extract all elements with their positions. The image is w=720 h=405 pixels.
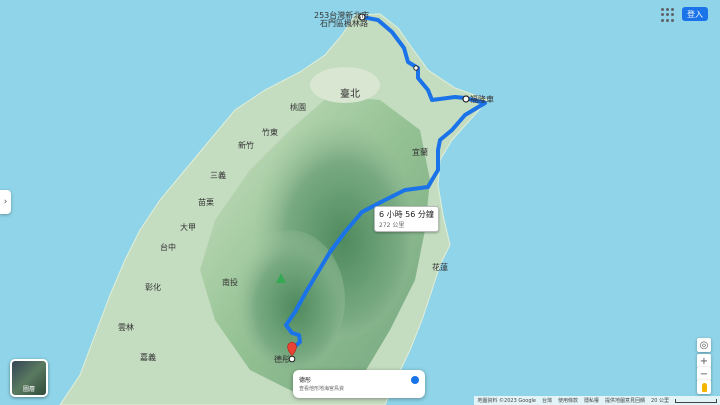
map-footer: 地圖資料 ©2023 Google 台灣 使用條款 隱私權 提供地圖意見回饋 2… <box>474 396 720 405</box>
place-label: 苗栗 <box>198 198 214 207</box>
place-label: 雲林 <box>118 322 134 332</box>
destination-label: 德彤 <box>274 354 290 364</box>
layers-button[interactable]: 圖層 <box>10 359 48 397</box>
place-label: 彰化 <box>145 282 161 292</box>
place-label: 臺北 <box>340 87 360 100</box>
waypoint-label: 福隆車 <box>470 94 494 104</box>
terms-link[interactable]: 使用條款 <box>558 397 578 404</box>
place-label: 嘉義 <box>140 352 156 362</box>
place-label: 台中 <box>160 242 176 252</box>
place-label: 竹東 <box>262 127 278 137</box>
place-info-subtitle: 查看他形地海宮鳥資 <box>299 386 345 392</box>
apps-grid-icon[interactable] <box>661 8 675 22</box>
waypoint-marker[interactable] <box>413 65 419 71</box>
map-data-attribution: 地圖資料 ©2023 Google <box>477 398 536 404</box>
toggle-dot-icon[interactable] <box>411 376 419 384</box>
layers-label: 圖層 <box>22 386 35 393</box>
place-info-card[interactable]: 德彤 查看他形地海宮鳥資 <box>293 370 425 398</box>
destination-marker[interactable] <box>288 355 296 363</box>
side-panel-toggle[interactable]: › <box>0 190 11 214</box>
place-label: 大甲 <box>180 222 196 232</box>
waypoint-marker[interactable] <box>462 95 470 103</box>
route-info-label[interactable]: 6 小時 56 分鐘 272 公里 <box>374 206 439 232</box>
privacy-link[interactable]: 隱私權 <box>584 397 599 404</box>
origin-label-line2: 石門區楓林路 <box>320 18 368 28</box>
region-link[interactable]: 台灣 <box>542 397 552 404</box>
map-canvas[interactable]: 臺北 桃園 新竹 苗栗 台中 南投 宜蘭 花蓮 台東 雲林 嘉義 彰化 大甲 竹… <box>0 0 720 405</box>
place-label: 宜蘭 <box>412 147 428 157</box>
route-time: 6 小時 56 分鐘 <box>379 210 434 219</box>
my-location-button[interactable]: ◎ <box>697 338 711 352</box>
scale-bar <box>675 398 717 403</box>
place-label: 花蓮 <box>432 262 448 272</box>
place-label: 新竹 <box>238 140 254 150</box>
zoom-in-button[interactable]: + <box>697 354 711 368</box>
route-distance: 272 公里 <box>379 222 405 229</box>
place-label: 南投 <box>222 277 238 287</box>
signin-button[interactable]: 登入 <box>682 7 708 21</box>
place-info-title: 德彤 <box>299 377 312 384</box>
place-label: 三義 <box>210 170 226 180</box>
place-label: 桃園 <box>290 102 306 112</box>
zoom-out-button[interactable]: − <box>697 367 711 381</box>
feedback-link[interactable]: 提供地圖意見回饋 <box>605 397 645 404</box>
scale-label: 20 公里 <box>651 398 669 404</box>
pegman-icon[interactable] <box>697 380 711 394</box>
